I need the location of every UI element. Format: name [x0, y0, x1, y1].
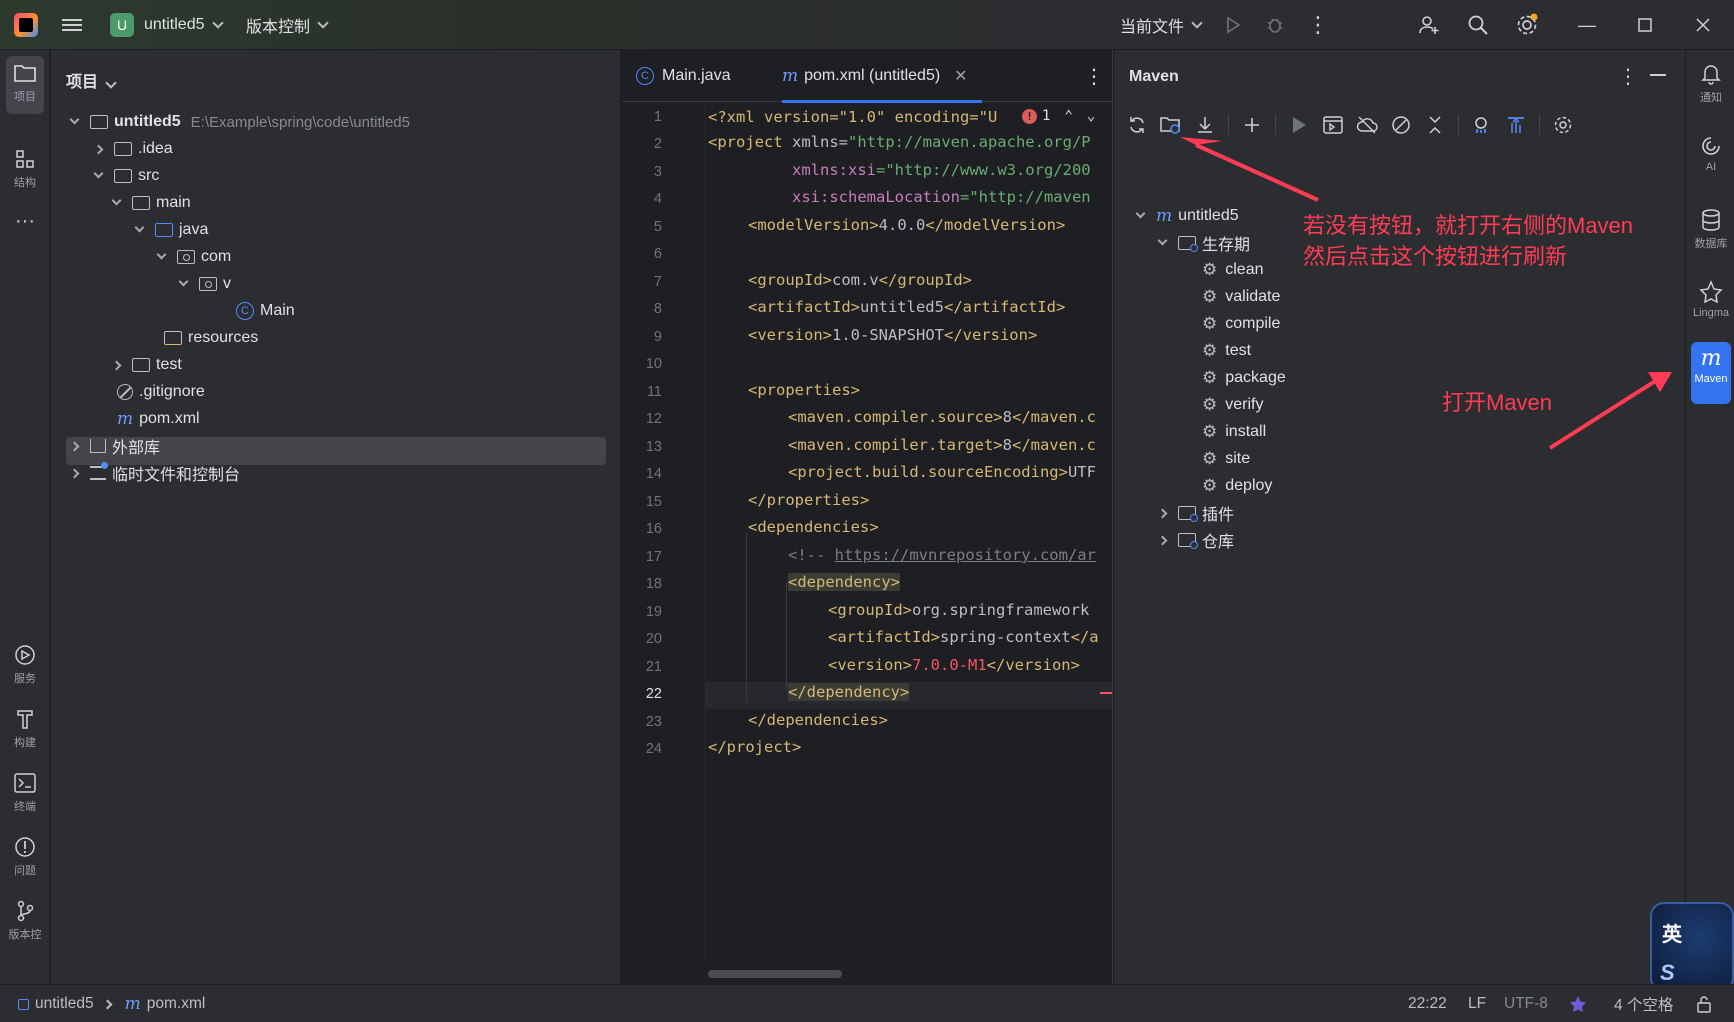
- lock-icon[interactable]: [1696, 985, 1712, 1022]
- module-icon: [18, 998, 29, 1010]
- lingma-status-icon[interactable]: [1568, 985, 1588, 1022]
- status-bar: untitled5 m pom.xml 22:22 LF UTF-8 4 个空格: [0, 984, 1734, 1022]
- caret-position[interactable]: 22:22: [1408, 985, 1447, 1022]
- file-encoding[interactable]: UTF-8: [1504, 985, 1548, 1022]
- annotation-refresh-line2: 然后点击这个按钮进行刷新: [1303, 244, 1568, 269]
- arrow-to-reload-button: [1195, 143, 1319, 202]
- breadcrumb-project[interactable]: untitled5: [35, 995, 94, 1013]
- breadcrumb-file[interactable]: pom.xml: [147, 995, 206, 1013]
- arrow-to-maven-tool: [1548, 376, 1662, 450]
- annotation-arrows: [1180, 137, 1672, 450]
- line-separator[interactable]: LF: [1468, 985, 1486, 1022]
- maven-file-icon: m: [124, 994, 141, 1014]
- chevron-right-icon: [102, 999, 113, 1009]
- indent-setting[interactable]: 4 个空格: [1614, 985, 1673, 1022]
- breadcrumb: untitled5 m pom.xml: [18, 985, 205, 1022]
- annotation-refresh-line1: 若没有按钮，就打开右侧的Maven: [1303, 213, 1634, 238]
- annotation-open-maven: 打开Maven: [1442, 390, 1553, 415]
- ime-logo: S: [1660, 960, 1675, 985]
- ime-floating-widget[interactable]: 英 S: [1650, 902, 1734, 992]
- ime-mode-label: 英: [1662, 924, 1682, 946]
